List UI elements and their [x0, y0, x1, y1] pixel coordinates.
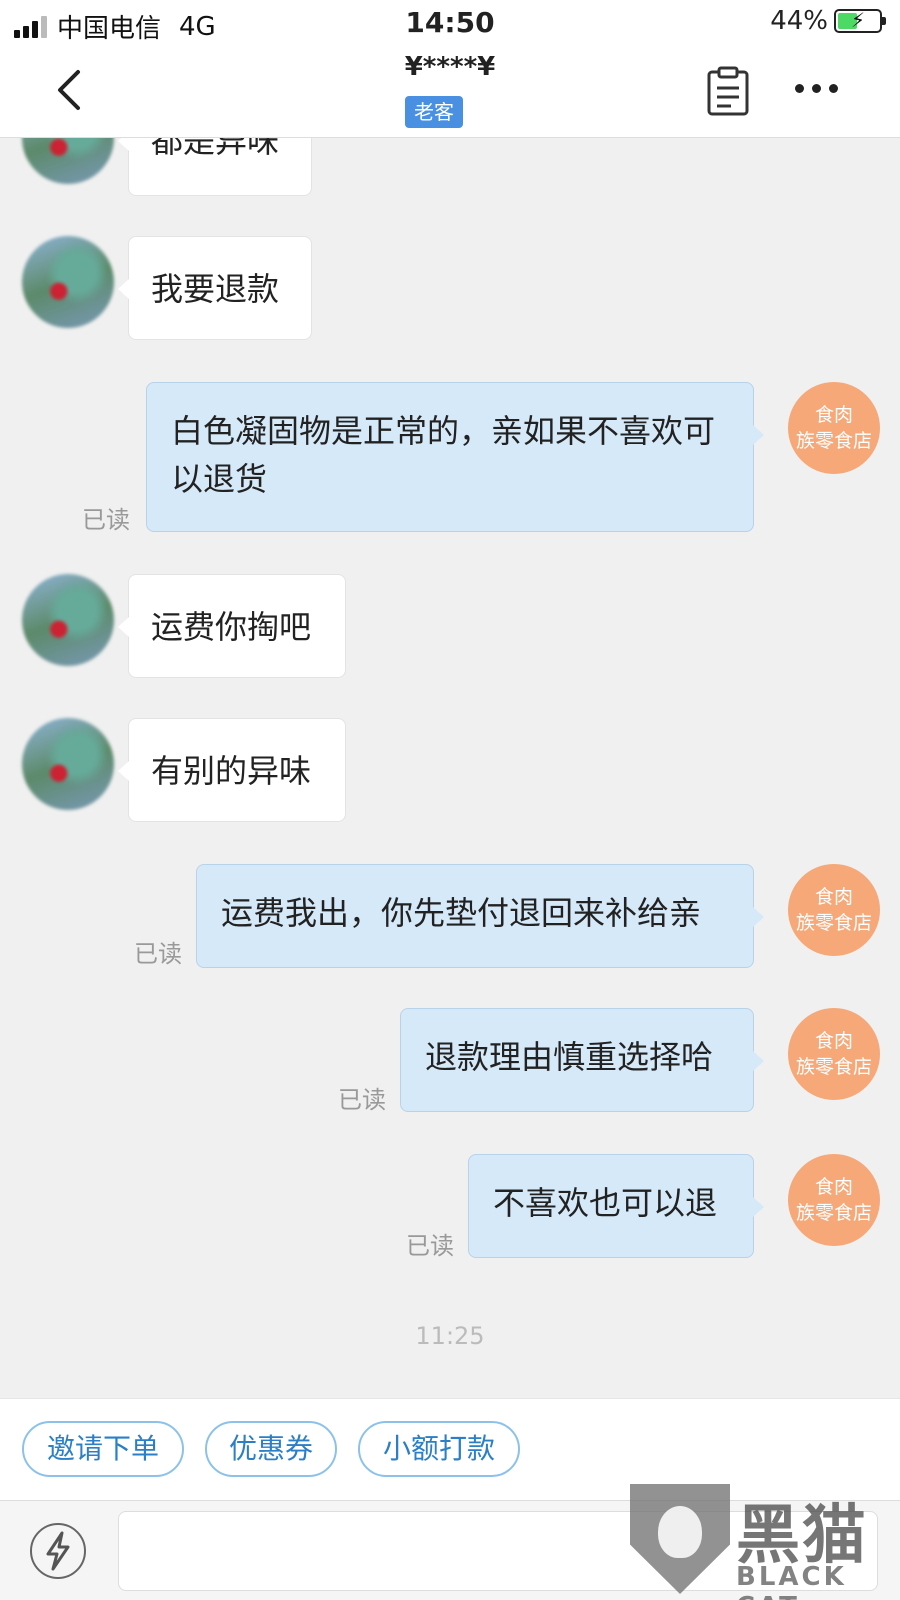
message-text: 运费你掏吧 [151, 608, 312, 646]
shop-avatar[interactable]: 食肉 族零食店 [788, 864, 880, 956]
coupon-button[interactable]: 优惠券 [205, 1421, 337, 1477]
shop-avatar-line1: 食肉 [814, 1030, 853, 1052]
message-text: 白色凝固物是正常的，亲如果不喜欢可以退货 [171, 412, 716, 498]
message-bubble-outgoing[interactable]: 运费我出，你先垫付退回来补给亲 [196, 864, 764, 968]
shop-avatar-line2: 族零食店 [795, 1056, 872, 1078]
battery-icon: ⚡ [834, 8, 886, 33]
chat-header: ¥****¥ 老客 [0, 46, 900, 138]
message-bubble-incoming[interactable]: 都是异味 [118, 138, 312, 196]
message-text: 运费我出，你先垫付退回来补给亲 [221, 894, 702, 932]
message-input[interactable] [118, 1511, 878, 1591]
battery-status: 44% ⚡ [770, 6, 886, 36]
read-status: 已读 [406, 1232, 454, 1260]
customer-avatar[interactable] [22, 718, 114, 810]
customer-avatar[interactable] [22, 574, 114, 666]
message-text: 退款理由慎重选择哈 [425, 1038, 714, 1076]
message-text: 我要退款 [151, 270, 280, 308]
read-status: 已读 [134, 940, 182, 968]
message-bubble-outgoing[interactable]: 不喜欢也可以退 [468, 1154, 764, 1258]
shop-avatar-line1: 食肉 [814, 1176, 853, 1198]
message-bubble-outgoing[interactable]: 白色凝固物是正常的，亲如果不喜欢可以退货 [146, 382, 764, 532]
clipboard-icon[interactable] [706, 66, 750, 116]
shop-avatar-line2: 族零食店 [795, 430, 872, 452]
message-bubble-incoming[interactable]: 运费你掏吧 [118, 574, 346, 678]
shop-avatar-line2: 族零食店 [795, 912, 872, 934]
small-payment-button[interactable]: 小额打款 [358, 1421, 520, 1477]
customer-avatar[interactable] [22, 236, 114, 328]
lightning-icon[interactable] [30, 1523, 86, 1579]
message-timestamp: 11:25 [415, 1322, 485, 1350]
customer-tag: 老客 [405, 96, 463, 128]
clock: 14:50 [405, 6, 495, 39]
message-text: 不喜欢也可以退 [493, 1184, 718, 1222]
message-bubble-outgoing[interactable]: 退款理由慎重选择哈 [400, 1008, 764, 1112]
message-bubble-incoming[interactable]: 有别的异味 [118, 718, 346, 822]
message-text: 都是异味 [151, 138, 280, 160]
read-status: 已读 [338, 1086, 386, 1114]
message-list[interactable]: 都是异味 我要退款 已读 白色凝固物是正常的，亲如果不喜欢可以退货 食肉 族零食… [0, 138, 900, 1398]
shop-avatar-line1: 食肉 [814, 404, 853, 426]
message-bubble-incoming[interactable]: 我要退款 [118, 236, 312, 340]
quick-actions-bar: 邀请下单 优惠券 小额打款 [0, 1398, 900, 1500]
shop-avatar[interactable]: 食肉 族零食店 [788, 1154, 880, 1246]
shop-avatar-line1: 食肉 [814, 886, 853, 908]
message-text: 有别的异味 [151, 752, 312, 790]
shop-avatar[interactable]: 食肉 族零食店 [788, 1008, 880, 1100]
customer-avatar[interactable] [22, 138, 114, 184]
read-status: 已读 [82, 506, 130, 534]
more-icon[interactable] [795, 84, 838, 93]
status-bar: 中国电信 4G 14:50 44% ⚡ [0, 0, 900, 46]
shop-avatar-line2: 族零食店 [795, 1202, 872, 1224]
shop-avatar[interactable]: 食肉 族零食店 [788, 382, 880, 474]
input-bar [0, 1500, 900, 1600]
contact-name: ¥****¥ [404, 52, 496, 82]
invite-order-button[interactable]: 邀请下单 [22, 1421, 184, 1477]
battery-percent: 44% [770, 6, 828, 36]
